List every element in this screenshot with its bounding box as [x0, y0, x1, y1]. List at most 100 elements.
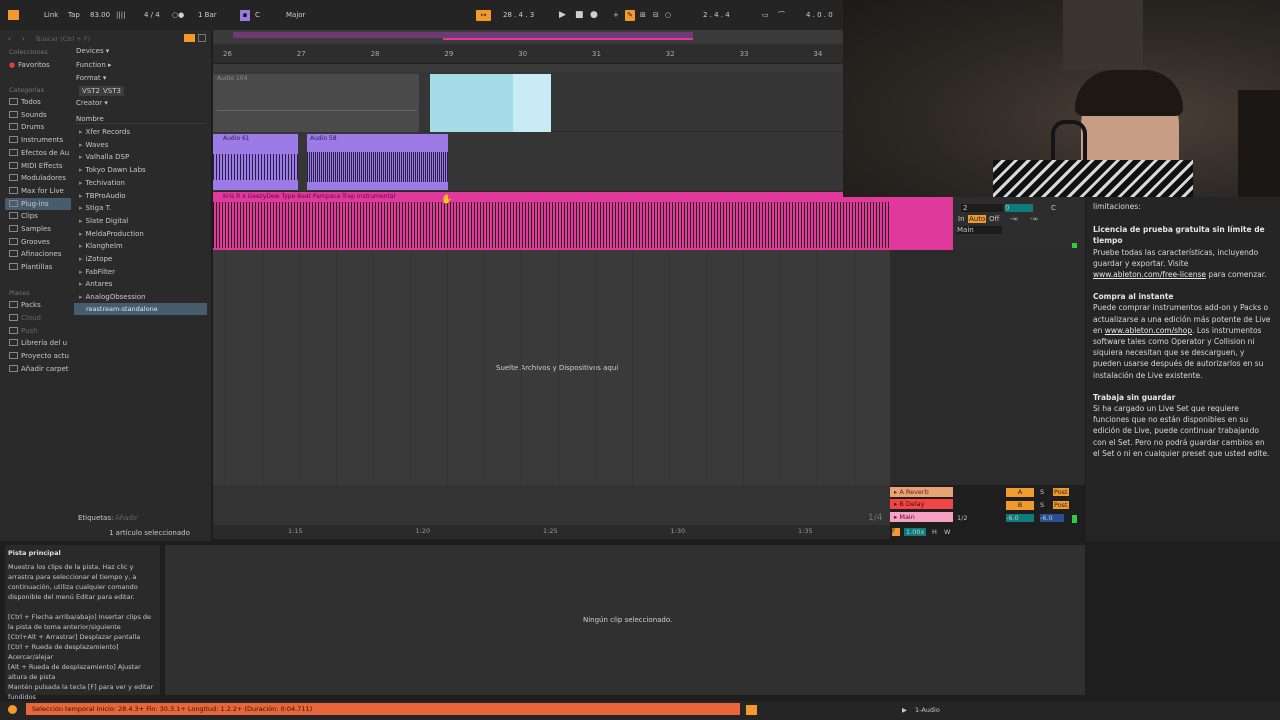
category-clips[interactable]: Clips — [9, 210, 38, 222]
expand-arrow-icon[interactable]: ▸ — [79, 179, 83, 187]
send-b[interactable]: B — [1006, 501, 1034, 510]
return-a-header[interactable]: ▸ A Reverb — [890, 487, 953, 497]
category-grooves[interactable]: Grooves — [9, 236, 50, 248]
bar-ruler[interactable]: 26 27 28 29 30 31 32 33 34 — [213, 44, 843, 64]
time-ruler[interactable]: 1:15 1:20 1:25 1:30 1:35 — [213, 525, 890, 539]
input-channel-select[interactable]: 2 — [961, 204, 1003, 212]
play-icon[interactable]: ▶ — [559, 10, 566, 21]
category-modulators[interactable]: Moduladores — [9, 172, 66, 184]
grid-value[interactable]: 1/4 — [868, 513, 882, 523]
expand-arrow-icon[interactable]: ▸ — [79, 268, 83, 276]
category-sounds[interactable]: Sounds — [9, 109, 47, 121]
w-button[interactable]: W — [944, 528, 950, 536]
stop-icon[interactable]: ■ — [575, 10, 584, 21]
main-volume-b[interactable]: -6.0 — [1040, 514, 1064, 522]
loop-length-field[interactable]: 4 . 0 . 0 — [806, 10, 833, 21]
category-templates[interactable]: Plantillas — [9, 261, 52, 273]
expand-arrow-icon[interactable]: ▸ — [79, 192, 83, 200]
filter-format[interactable]: Format ▾ — [76, 74, 106, 82]
plugin-vendor-folder[interactable]: ▸ FabFilter — [79, 266, 115, 278]
place-add-folder[interactable]: Añadir carpet — [9, 363, 69, 375]
session-record-icon[interactable]: ⊟ — [653, 10, 659, 21]
selected-time-region[interactable] — [430, 74, 551, 132]
place-packs[interactable]: Packs — [9, 299, 41, 311]
category-midi-effects[interactable]: MIDI Effects — [9, 160, 63, 172]
collection-favorites[interactable]: ● Favoritos — [9, 59, 50, 71]
metronome-icon[interactable]: ○● — [172, 10, 184, 21]
filter-function[interactable]: Function ▸ — [76, 61, 112, 69]
scale-select[interactable]: Major — [286, 10, 305, 21]
jump-icon[interactable] — [746, 705, 757, 715]
send-a[interactable]: A — [1006, 488, 1034, 497]
output-select[interactable]: Main — [957, 226, 1002, 234]
expand-arrow-icon[interactable]: ▸ — [79, 255, 83, 263]
category-drums[interactable]: Drums — [9, 121, 44, 133]
expand-arrow-icon[interactable]: ▸ — [79, 141, 83, 149]
free-license-link[interactable]: www.ableton.com/free-license — [1093, 270, 1206, 279]
plugin-vendor-folder[interactable]: ▸ Xfer Records — [79, 126, 130, 138]
plugin-vendor-folder[interactable]: ▸ Tokyo Dawn Labs — [79, 164, 146, 176]
expand-arrow-icon[interactable]: ▸ — [79, 217, 83, 225]
category-max-for-live[interactable]: Max for Live — [9, 185, 64, 197]
link-button[interactable]: Link — [44, 10, 58, 21]
draw-mode-icon[interactable]: ⌒ — [778, 10, 785, 21]
scale-mode-icon[interactable]: ▪ — [240, 10, 250, 21]
time-signature-field[interactable]: 4 / 4 — [144, 10, 160, 21]
punch-icon[interactable]: ▭ — [762, 10, 769, 21]
solo-b[interactable]: S — [1040, 501, 1044, 509]
filter-devices[interactable]: Devices ▾ — [76, 47, 109, 55]
audio-clip[interactable]: Audio 104 — [213, 74, 419, 132]
browser-view-icon[interactable] — [198, 34, 206, 42]
expand-arrow-icon[interactable]: ▸ — [79, 293, 83, 301]
clip-detail-view[interactable]: Ningún clip seleccionado. — [165, 545, 1085, 695]
category-tunings[interactable]: Afinaciones — [9, 248, 61, 260]
expand-arrow-icon[interactable]: ▸ — [79, 166, 83, 174]
plugin-vendor-folder[interactable]: ▸ Techivation — [79, 177, 125, 189]
place-push[interactable]: Push — [9, 325, 38, 337]
volume-field[interactable]: 0 — [1005, 204, 1033, 212]
nudge-icon[interactable]: |||| — [116, 10, 125, 21]
plugin-vendor-folder[interactable]: ▸ Stiga T. — [79, 202, 111, 214]
expand-arrow-icon[interactable]: ▸ — [79, 204, 83, 212]
loop-icon[interactable]: ○ — [665, 10, 671, 21]
plugin-vendor-folder[interactable]: ▸ Klanghelm — [79, 240, 123, 252]
category-all[interactable]: Todos — [9, 96, 41, 108]
audio-clip-main[interactable]: Kris R x GeezyDew Type Beat Pampaca Trap… — [213, 192, 953, 250]
track-lane-1[interactable]: Audio 104 — [213, 72, 843, 132]
tap-button[interactable]: Tap — [68, 10, 80, 21]
audio-clip-b[interactable]: Audio 58 — [307, 134, 448, 190]
plugin-vendor-folder[interactable]: ▸ AnalogObsession — [79, 291, 146, 303]
place-user-library[interactable]: Librería del u — [9, 337, 67, 349]
return-lanes[interactable] — [213, 485, 890, 525]
filter-vst3[interactable]: VST3 — [100, 86, 124, 96]
pan-field[interactable]: C — [1051, 204, 1056, 212]
track-lane-2[interactable]: Audio 61 Audio 58 — [213, 132, 843, 192]
song-position-field[interactable]: 28 . 4 . 3 — [503, 10, 534, 21]
plugin-vendor-folder[interactable]: ▸ Slate Digital — [79, 215, 128, 227]
name-column-header[interactable]: Nombre — [76, 115, 206, 124]
loop-start-field[interactable]: 2 . 4 . 4 — [703, 10, 730, 21]
shop-link[interactable]: www.ableton.com/shop — [1105, 326, 1192, 335]
main-volume-a[interactable]: -6.0 — [1006, 514, 1034, 522]
category-plugins[interactable]: Plug-ins — [5, 197, 71, 210]
place-cloud[interactable]: Cloud — [9, 312, 41, 324]
post-a[interactable]: Post — [1053, 488, 1069, 496]
follow-button[interactable]: ↦ — [476, 10, 491, 21]
capture-icon[interactable]: ⊞ — [640, 10, 646, 21]
record-icon[interactable]: ● — [590, 10, 598, 21]
expand-arrow-icon[interactable]: ▸ — [79, 242, 83, 250]
plugin-vendor-folder[interactable]: ▸ iZotope — [79, 253, 112, 265]
speed-field[interactable]: 1.00x — [904, 528, 927, 536]
monitor-off[interactable]: Off — [989, 215, 999, 223]
expand-arrow-icon[interactable]: ▸ — [79, 128, 83, 136]
monitor-in[interactable]: In — [958, 215, 965, 223]
filter-creator[interactable]: Creator ▾ — [76, 99, 108, 107]
follow-small-icon[interactable]: F — [892, 528, 900, 536]
plugin-vendor-folder[interactable]: ▸ TBProAudio — [79, 190, 126, 202]
main-track-header[interactable]: ▸ Main — [890, 512, 953, 522]
play-small-icon[interactable]: ▶ — [902, 706, 907, 714]
plugin-vendor-folder[interactable]: ▸ Valhalla DSP — [79, 151, 129, 163]
automation-arm-icon[interactable]: ✎ — [625, 10, 635, 21]
back-icon[interactable]: ‹ — [8, 35, 11, 43]
cue-select[interactable]: 1/2 — [957, 514, 967, 522]
